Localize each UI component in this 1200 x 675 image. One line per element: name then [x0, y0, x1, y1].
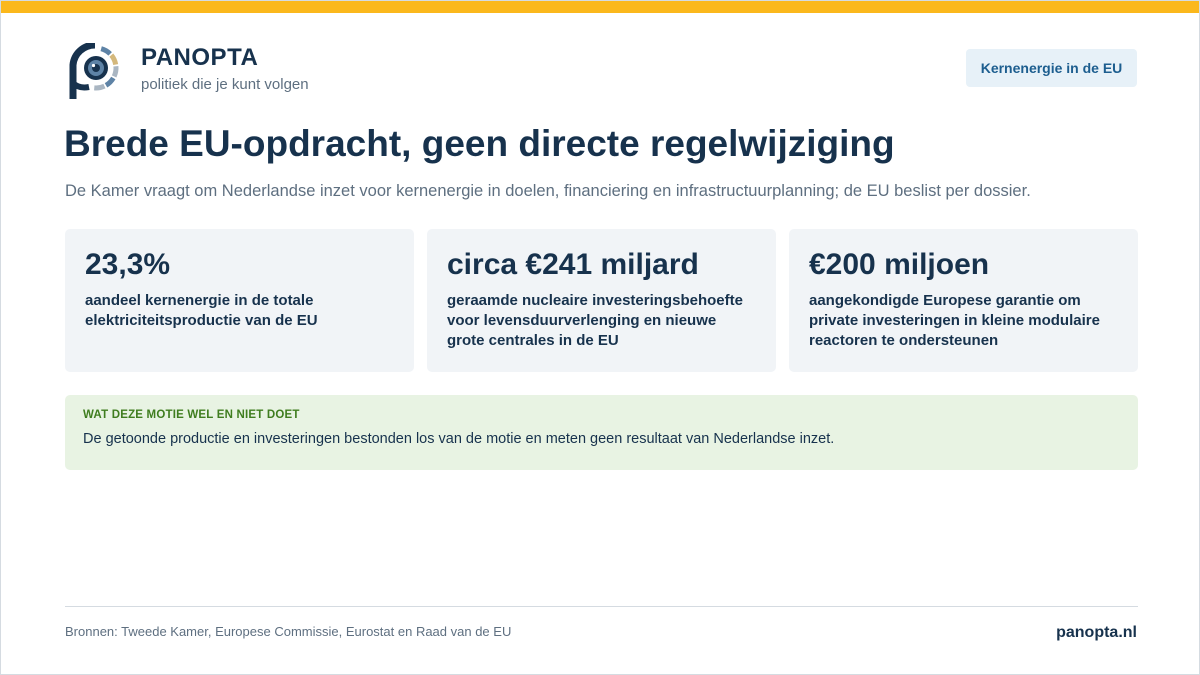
stat-value: circa €241 miljard [447, 248, 699, 281]
share-card: PANOPTA politiek die je kunt volgen Kern… [0, 0, 1200, 675]
stat-label: aangekondigde Europese garantie om priva… [809, 292, 1100, 349]
logo-arc-segment [104, 76, 116, 88]
logo-arc-segment [94, 83, 106, 91]
notice-body: De getoonde productie en investeringen b… [83, 431, 835, 447]
page-subtitle: De Kamer vraagt om Nederlandse inzet voo… [65, 182, 1031, 200]
site-link[interactable]: panopta.nl [1056, 624, 1137, 642]
page-title: Brede EU-opdracht, geen directe regelwij… [64, 123, 895, 164]
brand-tagline: politiek die je kunt volgen [141, 76, 309, 93]
sources-note: Bronnen: Tweede Kamer, Europese Commissi… [65, 624, 512, 639]
stat-value: 23,3% [85, 248, 171, 281]
notice-title: WAT DEZE MOTIE WEL EN NIET DOET [83, 409, 300, 421]
logo-arc-segment [100, 46, 112, 56]
stat-card-investment-need: circa €241 miljard geraamde nucleaire in… [427, 229, 776, 372]
stat-card-nuclear-share: 23,3% aandeel kernenergie in de totale e… [65, 229, 414, 372]
stat-value: €200 miljoen [809, 248, 990, 281]
stat-label: geraamde nucleaire investeringsbehoefte … [447, 292, 743, 349]
logo-arc-segment [111, 66, 119, 78]
topic-badge[interactable]: Kernenergie in de EU [966, 49, 1137, 87]
panopta-eye-logo-icon [69, 41, 121, 101]
brand-name: PANOPTA [141, 44, 259, 71]
logo-arc-segment [109, 53, 119, 66]
stat-cards: 23,3% aandeel kernenergie in de totale e… [65, 229, 1138, 372]
stat-label: aandeel kernenergie in de totale elektri… [85, 292, 318, 329]
accent-bar [1, 1, 1199, 13]
stat-card-smr-guarantee: €200 miljoen aangekondigde Europese gara… [789, 229, 1138, 372]
motion-notice: WAT DEZE MOTIE WEL EN NIET DOET De getoo… [65, 395, 1138, 470]
footer-divider [65, 606, 1138, 607]
